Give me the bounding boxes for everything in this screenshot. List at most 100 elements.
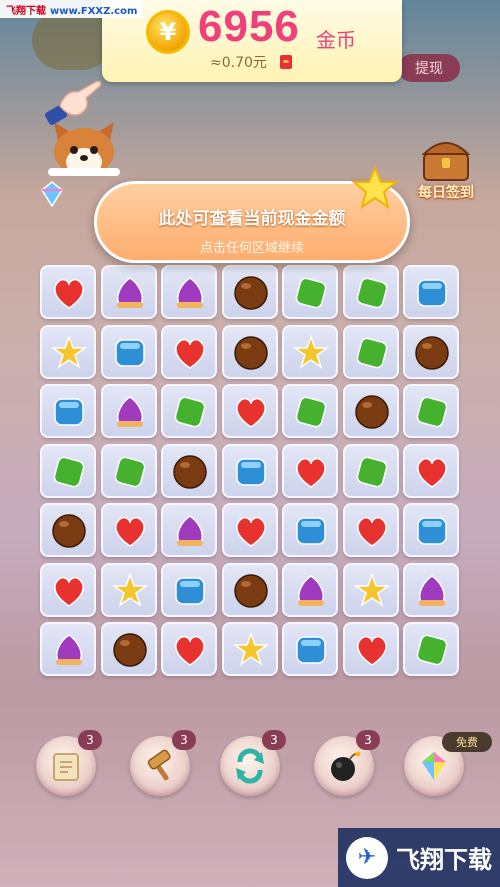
board-tile[interactable] xyxy=(282,384,338,438)
board-tile[interactable] xyxy=(161,324,217,379)
board-tile[interactable] xyxy=(100,265,157,319)
board-tile[interactable] xyxy=(342,443,399,498)
board-tile[interactable] xyxy=(221,503,278,557)
board-tile[interactable] xyxy=(403,384,459,438)
drop-candy-icon xyxy=(56,634,82,665)
cube-candy-icon xyxy=(296,517,326,545)
board-tile[interactable] xyxy=(342,622,399,676)
board-tile[interactable] xyxy=(403,503,459,557)
coin-balance-panel[interactable]: ¥ 6956 金币 ≈0.70元 xyxy=(102,0,402,82)
cube-candy-icon xyxy=(417,517,447,545)
board-tile[interactable] xyxy=(40,324,96,379)
board-tile[interactable] xyxy=(161,384,217,438)
board-tile[interactable] xyxy=(403,562,459,617)
heart-candy-icon xyxy=(54,576,84,607)
watermark-logo-icon: ✈ xyxy=(346,836,388,879)
ball-candy-icon xyxy=(354,395,389,429)
board-tile[interactable] xyxy=(403,324,459,379)
diamond-candy-icon xyxy=(53,456,85,487)
corgi-mascot-icon xyxy=(48,122,120,176)
board-tile[interactable] xyxy=(40,562,96,617)
background-cloud xyxy=(32,10,112,70)
star-candy-icon xyxy=(353,572,390,607)
ball-candy-icon xyxy=(233,335,268,370)
board-tile[interactable] xyxy=(342,503,399,557)
booster-scroll[interactable]: 3 xyxy=(36,730,102,796)
drop-candy-icon xyxy=(177,515,203,546)
treasure-chest-icon xyxy=(421,142,471,181)
board-tile[interactable] xyxy=(221,562,278,617)
daily-checkin-label: 每日签到 xyxy=(418,185,474,201)
star-candy-icon xyxy=(50,334,88,369)
board-tile[interactable] xyxy=(342,265,399,319)
board-tile[interactable] xyxy=(282,443,338,498)
booster-shuffle[interactable]: 3 xyxy=(220,730,286,796)
drop-candy-icon xyxy=(298,574,324,606)
board-tile[interactable] xyxy=(40,384,96,438)
board-tile[interactable] xyxy=(282,622,338,676)
board-tile[interactable] xyxy=(40,265,96,319)
ball-candy-icon xyxy=(415,335,449,370)
heart-candy-icon xyxy=(356,516,387,547)
heart-candy-icon xyxy=(114,516,145,547)
board-tile[interactable] xyxy=(221,324,278,379)
watermark-brand: 飞翔下载 xyxy=(6,6,46,17)
star-candy-icon xyxy=(232,631,269,666)
board-tile[interactable] xyxy=(282,324,338,379)
board-tile[interactable] xyxy=(403,443,459,498)
board-tile[interactable] xyxy=(100,384,157,438)
bomb-icon xyxy=(331,751,361,781)
diamond-candy-icon xyxy=(356,277,387,309)
board-tile[interactable] xyxy=(282,562,338,617)
board-tile[interactable] xyxy=(282,265,338,319)
board-tile[interactable] xyxy=(40,503,96,557)
board-tile[interactable] xyxy=(221,443,278,498)
board-tile[interactable] xyxy=(161,622,217,676)
board-tile[interactable] xyxy=(100,324,157,379)
heart-candy-icon xyxy=(175,338,205,369)
diamond-candy-icon xyxy=(356,337,387,368)
heart-candy-icon xyxy=(175,635,205,666)
drop-candy-icon xyxy=(116,396,143,427)
board-tile[interactable] xyxy=(100,562,157,617)
diamond-candy-icon xyxy=(114,456,145,487)
board-tile[interactable] xyxy=(100,443,157,498)
red-packet-icon xyxy=(280,55,292,69)
coin-icon: ¥ xyxy=(146,10,190,54)
drop-candy-icon xyxy=(116,277,143,308)
booster-hammer[interactable]: 3 xyxy=(130,730,196,796)
cash-value: ≈0.70元 xyxy=(210,55,267,71)
cube-candy-icon xyxy=(114,338,145,367)
board-tile[interactable] xyxy=(161,443,217,498)
booster-bomb[interactable]: 3 xyxy=(314,730,380,796)
board-tile[interactable] xyxy=(100,503,157,557)
game-board xyxy=(40,265,464,681)
board-tile[interactable] xyxy=(282,503,338,557)
board-tile[interactable] xyxy=(221,622,278,676)
board-tile[interactable] xyxy=(161,503,217,557)
board-tile[interactable] xyxy=(100,622,157,676)
daily-checkin-button[interactable]: 每日签到 xyxy=(408,136,484,208)
star-candy-icon xyxy=(292,334,330,369)
board-tile[interactable] xyxy=(221,265,278,319)
board-tile[interactable] xyxy=(342,324,399,379)
board-tile[interactable] xyxy=(403,622,459,676)
heart-candy-icon xyxy=(235,516,266,547)
board-tile[interactable] xyxy=(342,562,399,617)
withdraw-button[interactable]: 提现 xyxy=(398,54,460,82)
board-tile[interactable] xyxy=(342,384,399,438)
booster-count-badge: 3 xyxy=(356,730,380,750)
hammer-icon xyxy=(147,749,171,781)
pointing-hand-icon xyxy=(44,80,102,125)
board-tile[interactable] xyxy=(161,562,217,617)
board-tile[interactable] xyxy=(40,443,96,498)
board-tile[interactable] xyxy=(161,265,217,319)
diamond-candy-icon xyxy=(416,634,448,666)
board-tile[interactable] xyxy=(221,384,278,438)
watermark-bottom: ✈ 飞翔下载 xyxy=(338,828,500,887)
board-tile[interactable] xyxy=(403,265,459,319)
cube-candy-icon xyxy=(296,636,326,664)
ball-candy-icon xyxy=(233,573,268,608)
drop-candy-icon xyxy=(419,574,445,606)
board-tile[interactable] xyxy=(40,622,96,676)
